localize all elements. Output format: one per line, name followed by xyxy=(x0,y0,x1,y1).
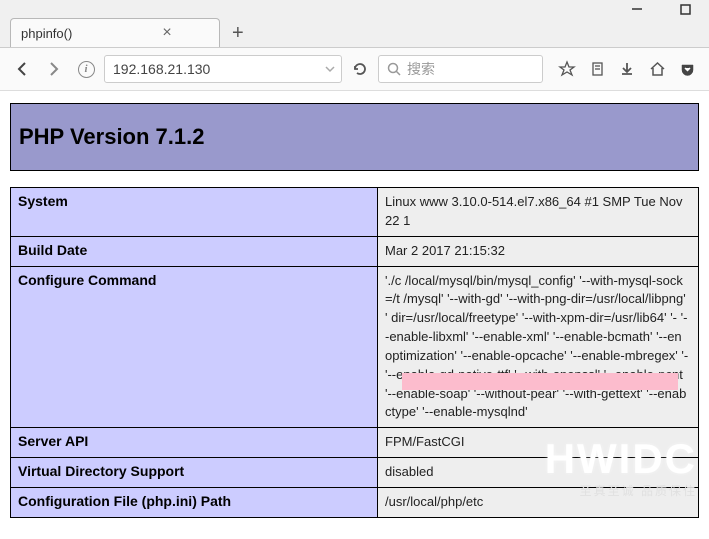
reload-button[interactable] xyxy=(346,55,374,83)
table-row: Build DateMar 2 2017 21:15:32 xyxy=(10,237,699,267)
row-key: Build Date xyxy=(10,237,378,267)
library-button[interactable] xyxy=(583,55,611,83)
row-value: Linux www 3.10.0-514.el7.x86_64 #1 SMP T… xyxy=(378,187,699,237)
row-key: Configuration File (php.ini) Path xyxy=(10,488,378,518)
browser-chrome-top: phpinfo() × + xyxy=(0,0,709,47)
bookmark-star-button[interactable] xyxy=(553,55,581,83)
row-value: /usr/local/php/etc xyxy=(378,488,699,518)
window-controls xyxy=(623,0,699,20)
row-key: System xyxy=(10,187,378,237)
search-placeholder: 搜索 xyxy=(407,59,435,79)
row-value: Mar 2 2017 21:15:32 xyxy=(378,237,699,267)
tab-bar: phpinfo() × + xyxy=(10,18,252,47)
tab-title: phpinfo() xyxy=(21,26,72,41)
table-row: Virtual Directory Supportdisabled xyxy=(10,458,699,488)
row-key: Virtual Directory Support xyxy=(10,458,378,488)
row-value: './c /local/mysql/bin/mysql_config' '--w… xyxy=(378,267,699,429)
maximize-button[interactable] xyxy=(671,0,699,20)
forward-button[interactable] xyxy=(40,55,68,83)
page-title: PHP Version 7.1.2 xyxy=(19,124,690,150)
table-row: Configure Command'./c /local/mysql/bin/m… xyxy=(10,267,699,429)
table-row: Server APIFPM/FastCGI xyxy=(10,428,699,458)
downloads-button[interactable] xyxy=(613,55,641,83)
toolbar-right-icons xyxy=(553,55,701,83)
info-icon: i xyxy=(78,61,95,78)
censored-region xyxy=(402,373,678,390)
tab-phpinfo[interactable]: phpinfo() × xyxy=(10,18,220,47)
navigation-toolbar: i 192.168.21.130 搜索 xyxy=(0,47,709,91)
pocket-button[interactable] xyxy=(673,55,701,83)
info-table: SystemLinux www 3.10.0-514.el7.x86_64 #1… xyxy=(10,187,699,518)
row-key: Server API xyxy=(10,428,378,458)
dropdown-icon[interactable] xyxy=(325,64,335,74)
search-bar[interactable]: 搜索 xyxy=(378,55,543,83)
page-content: PHP Version 7.1.2 SystemLinux www 3.10.0… xyxy=(0,91,709,539)
url-text: 192.168.21.130 xyxy=(113,61,210,77)
row-value: FPM/FastCGI xyxy=(378,428,699,458)
home-button[interactable] xyxy=(643,55,671,83)
table-row: Configuration File (php.ini) Path/usr/lo… xyxy=(10,488,699,518)
site-info-button[interactable]: i xyxy=(72,55,100,83)
tab-close-icon[interactable]: × xyxy=(162,25,171,41)
php-version-header: PHP Version 7.1.2 xyxy=(10,103,699,171)
table-row: SystemLinux www 3.10.0-514.el7.x86_64 #1… xyxy=(10,187,699,237)
new-tab-button[interactable]: + xyxy=(224,19,252,47)
row-value: disabled xyxy=(378,458,699,488)
minimize-button[interactable] xyxy=(623,0,651,20)
back-button[interactable] xyxy=(8,55,36,83)
search-icon xyxy=(387,62,401,76)
row-key: Configure Command xyxy=(10,267,378,429)
address-bar[interactable]: 192.168.21.130 xyxy=(104,55,342,83)
